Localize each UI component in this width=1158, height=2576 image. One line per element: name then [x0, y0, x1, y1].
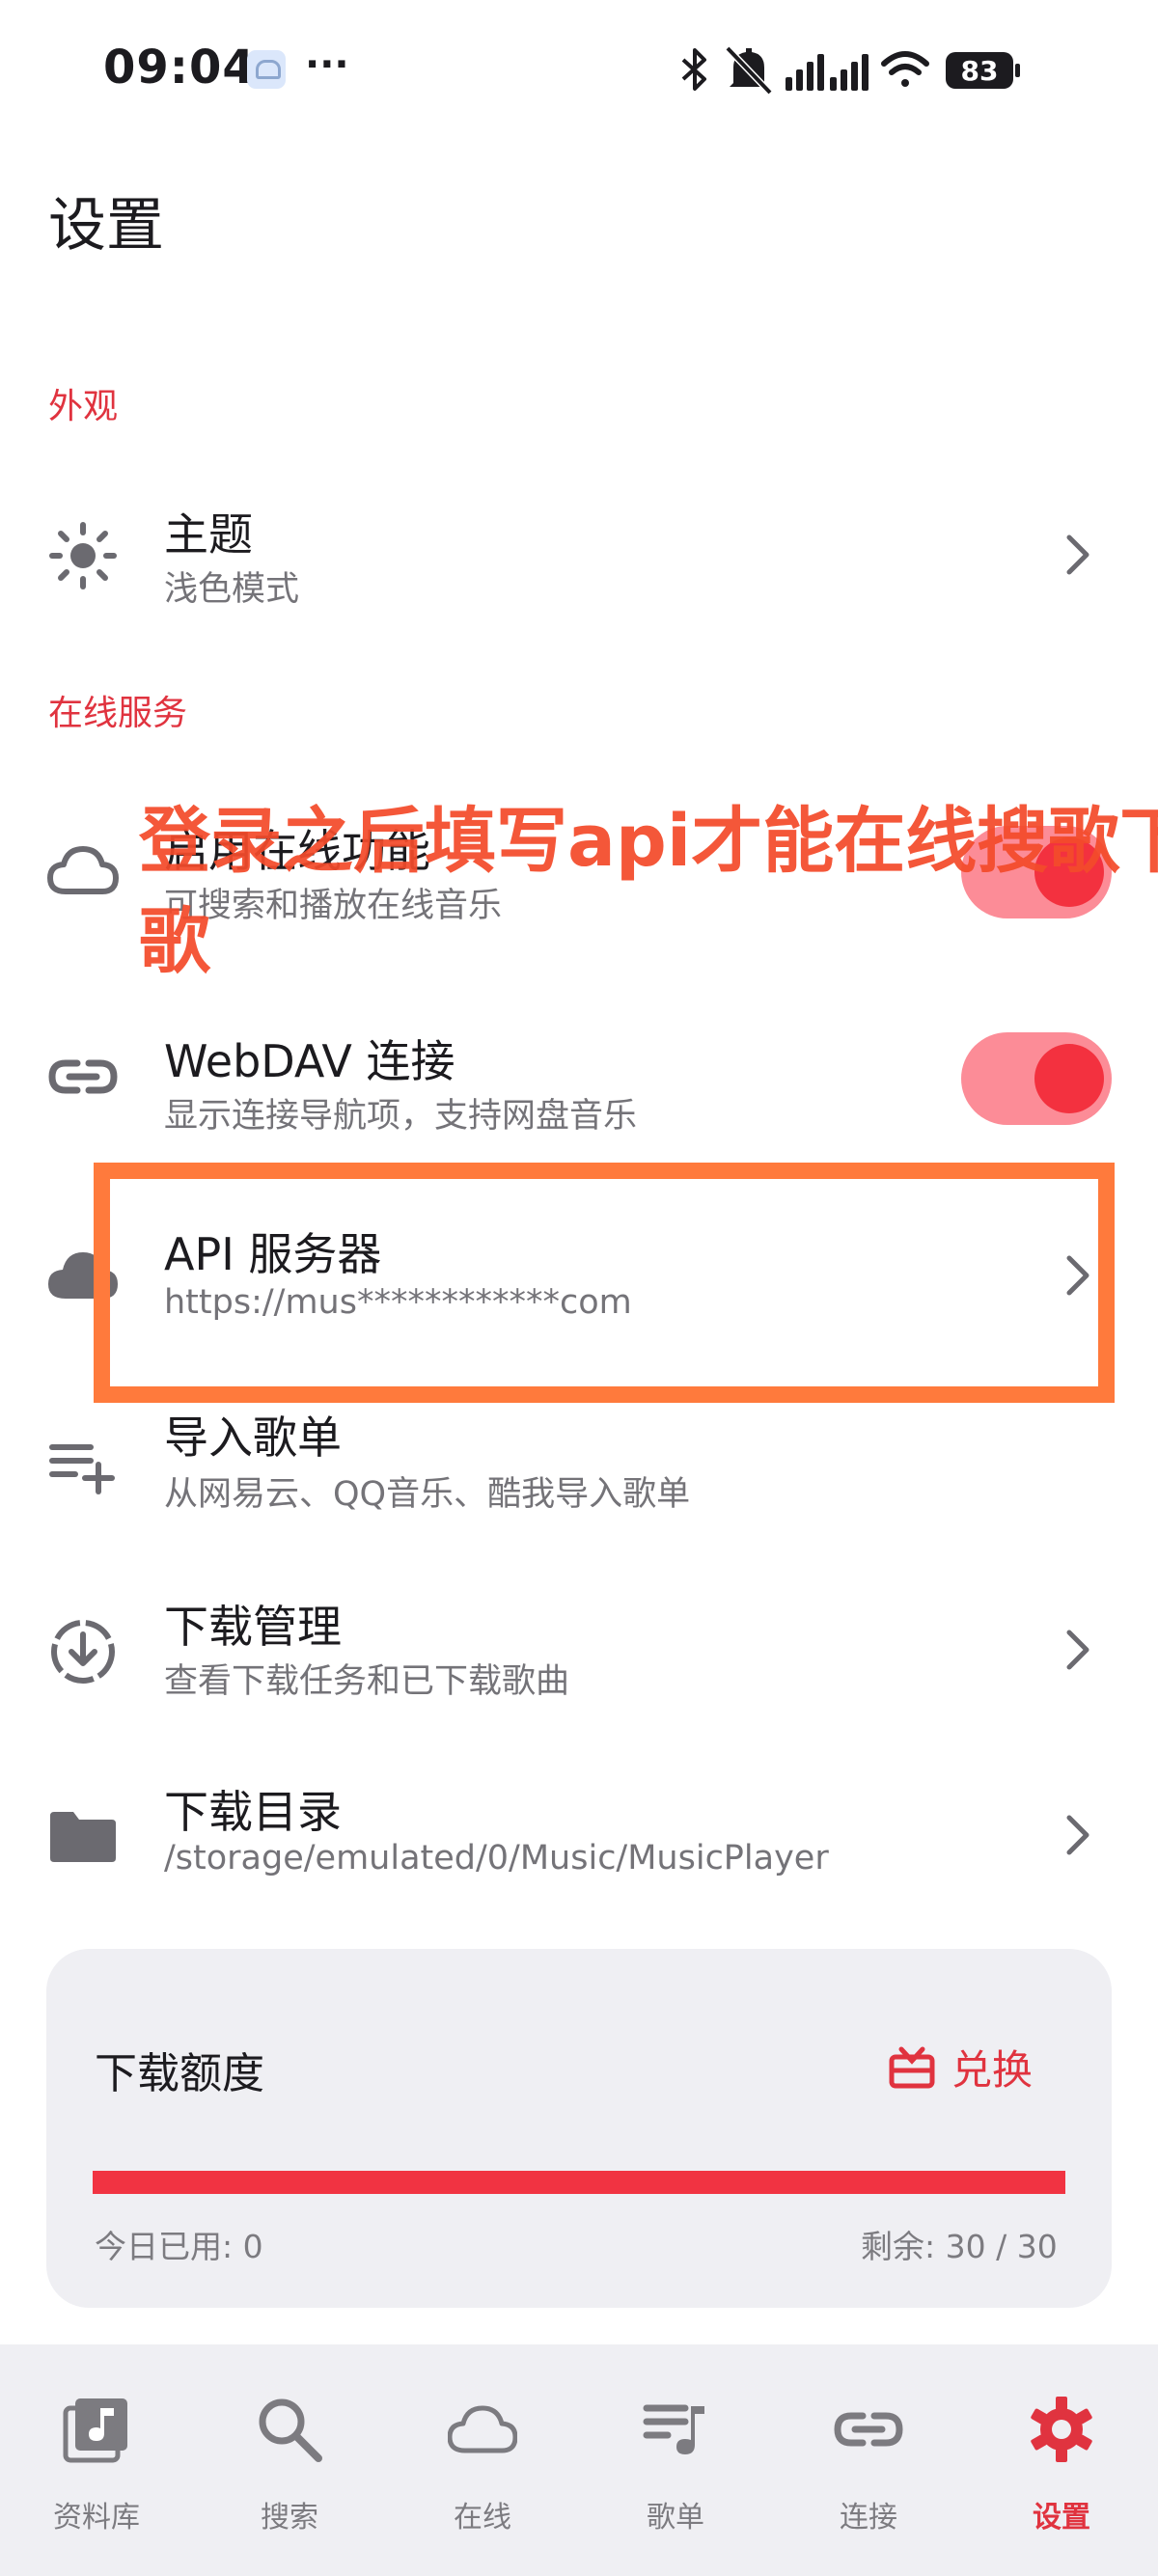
gift-card-icon	[888, 2043, 936, 2092]
quota-remaining: 剩余: 30 / 30	[861, 2228, 1058, 2265]
section-header-appearance: 外观	[48, 387, 119, 426]
link-icon	[834, 2412, 903, 2447]
webdav-title: WebDAV 连接	[164, 1035, 455, 1087]
wifi-icon	[881, 51, 929, 87]
weather-app-notification-icon	[247, 50, 286, 89]
signal-icon	[786, 54, 868, 91]
chevron-right-icon	[1062, 532, 1096, 578]
webdav-subtitle: 显示连接导航项，支持网盘音乐	[164, 1097, 638, 1136]
chevron-right-icon	[1062, 1812, 1096, 1858]
download-circle-icon	[46, 1615, 120, 1688]
settings-gear-icon	[1031, 2397, 1092, 2462]
nav-item-library[interactable]: 资料库	[0, 2344, 193, 2576]
section-header-online: 在线服务	[48, 694, 188, 733]
nav-label: 资料库	[53, 2501, 140, 2535]
nav-item-playlists[interactable]: 歌单	[579, 2344, 772, 2576]
sun-icon	[46, 519, 120, 592]
nav-item-connections[interactable]: 连接	[772, 2344, 965, 2576]
nav-label: 搜索	[261, 2501, 318, 2535]
page-title: 设置	[48, 192, 164, 260]
quota-used: 今日已用: 0	[95, 2228, 263, 2265]
quota-progress-bar	[93, 2171, 1065, 2194]
quota-title: 下载额度	[95, 2049, 264, 2098]
redeem-button[interactable]: 兑换	[888, 2038, 1081, 2096]
mute-icon	[725, 45, 773, 96]
import-playlist-title: 导入歌单	[164, 1411, 342, 1464]
settings-row-webdav[interactable]: WebDAV 连接 显示连接导航项，支持网盘音乐	[0, 1003, 1158, 1167]
redeem-label: 兑换	[951, 2046, 1034, 2094]
nav-label: 连接	[840, 2501, 897, 2535]
chevron-right-icon	[1062, 1627, 1096, 1673]
download-manager-title: 下载管理	[164, 1601, 342, 1653]
download-directory-path: /storage/emulated/0/Music/MusicPlayer	[164, 1839, 829, 1877]
toggle-knob	[1034, 1044, 1104, 1113]
nav-item-online[interactable]: 在线	[386, 2344, 579, 2576]
download-directory-title: 下载目录	[164, 1786, 342, 1838]
library-music-icon	[63, 2398, 127, 2463]
nav-label: 在线	[454, 2501, 511, 2535]
more-notifications-indicator: ···	[305, 42, 349, 87]
annotation-highlight-box	[94, 1163, 1115, 1403]
annotation-text: 登录之后填写api才能在线搜歌下歌	[139, 800, 1158, 983]
queue-music-icon	[643, 2404, 704, 2454]
nav-label: 歌单	[647, 2501, 704, 2535]
status-time: 09:04	[103, 41, 256, 95]
search-icon	[259, 2398, 322, 2462]
folder-icon	[46, 1800, 120, 1874]
import-playlist-subtitle: 从网易云、QQ音乐、酷我导入歌单	[164, 1475, 691, 1514]
battery-icon: 83	[946, 52, 1020, 89]
theme-title: 主题	[164, 508, 253, 561]
theme-subtitle: 浅色模式	[164, 570, 300, 609]
settings-row-download-directory[interactable]: 下载目录 /storage/emulated/0/Music/MusicPlay…	[0, 1758, 1158, 1912]
download-manager-subtitle: 查看下载任务和已下载歌曲	[164, 1662, 570, 1701]
settings-row-import-playlist[interactable]: 导入歌单 从网易云、QQ音乐、酷我导入歌单	[0, 1389, 1158, 1544]
link-icon	[46, 1040, 120, 1113]
nav-item-settings[interactable]: 设置	[965, 2344, 1158, 2576]
webdav-toggle[interactable]	[961, 1032, 1112, 1125]
status-icons: 83	[676, 41, 1062, 98]
battery-level: 83	[961, 55, 999, 87]
settings-row-download-manager[interactable]: 下载管理 查看下载任务和已下载歌曲	[0, 1573, 1158, 1727]
playlist-add-icon	[46, 1432, 120, 1505]
cloud-icon	[448, 2405, 517, 2453]
bottom-navigation-bar: 资料库 搜索 在线 歌单 连接 设置	[0, 2344, 1158, 2576]
cloud-icon	[46, 836, 120, 909]
nav-item-search[interactable]: 搜索	[193, 2344, 386, 2576]
settings-row-theme[interactable]: 主题 浅色模式	[0, 482, 1158, 627]
nav-label: 设置	[1033, 2501, 1090, 2535]
bluetooth-icon	[681, 48, 706, 91]
